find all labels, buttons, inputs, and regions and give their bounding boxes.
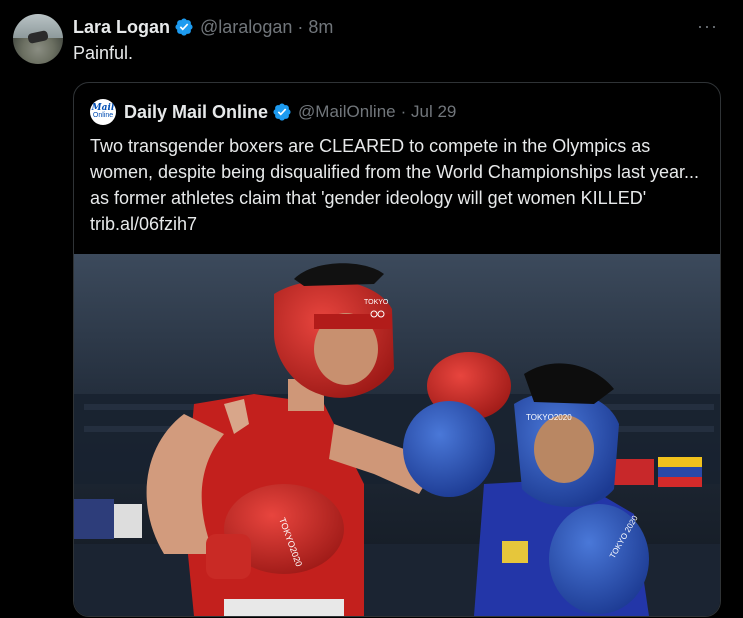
tweet[interactable]: Lara Logan @laralogan · 8m ··· Painful. … <box>0 0 743 618</box>
boxing-photo-illustration: TOKYO TOKYO2020 TOKYO2020 TOKYO 2020 <box>74 254 720 616</box>
author-name[interactable]: Lara Logan <box>73 17 170 38</box>
headgear-text-left: TOKYO <box>364 299 389 306</box>
quoted-tweet[interactable]: Mail Online Daily Mail Online @MailOnlin… <box>73 82 721 617</box>
tweet-text: Painful. <box>73 43 134 63</box>
quoted-tweet-header: Mail Online Daily Mail Online @MailOnlin… <box>90 99 456 125</box>
quoted-author-handle[interactable]: @MailOnline <box>298 102 396 122</box>
boxing-photo[interactable]: TOKYO TOKYO2020 TOKYO2020 TOKYO 2020 <box>74 254 720 616</box>
quoted-tweet-time[interactable]: · Jul 29 <box>401 102 457 122</box>
quoted-tweet-text: Two transgender boxers are CLEARED to co… <box>90 136 699 234</box>
quoted-author-name[interactable]: Daily Mail Online <box>124 102 268 123</box>
verified-badge-icon <box>175 18 193 36</box>
quoted-author-avatar[interactable]: Mail Online <box>90 99 116 125</box>
tweet-time[interactable]: · 8m <box>297 17 333 38</box>
author-handle[interactable]: @laralogan <box>200 17 292 38</box>
headgear-text-right: TOKYO2020 <box>526 413 572 422</box>
tweet-header: Lara Logan @laralogan · 8m <box>73 15 333 39</box>
author-avatar[interactable] <box>13 14 63 64</box>
more-options-icon[interactable]: ··· <box>697 16 718 37</box>
verified-badge-icon <box>273 103 291 121</box>
